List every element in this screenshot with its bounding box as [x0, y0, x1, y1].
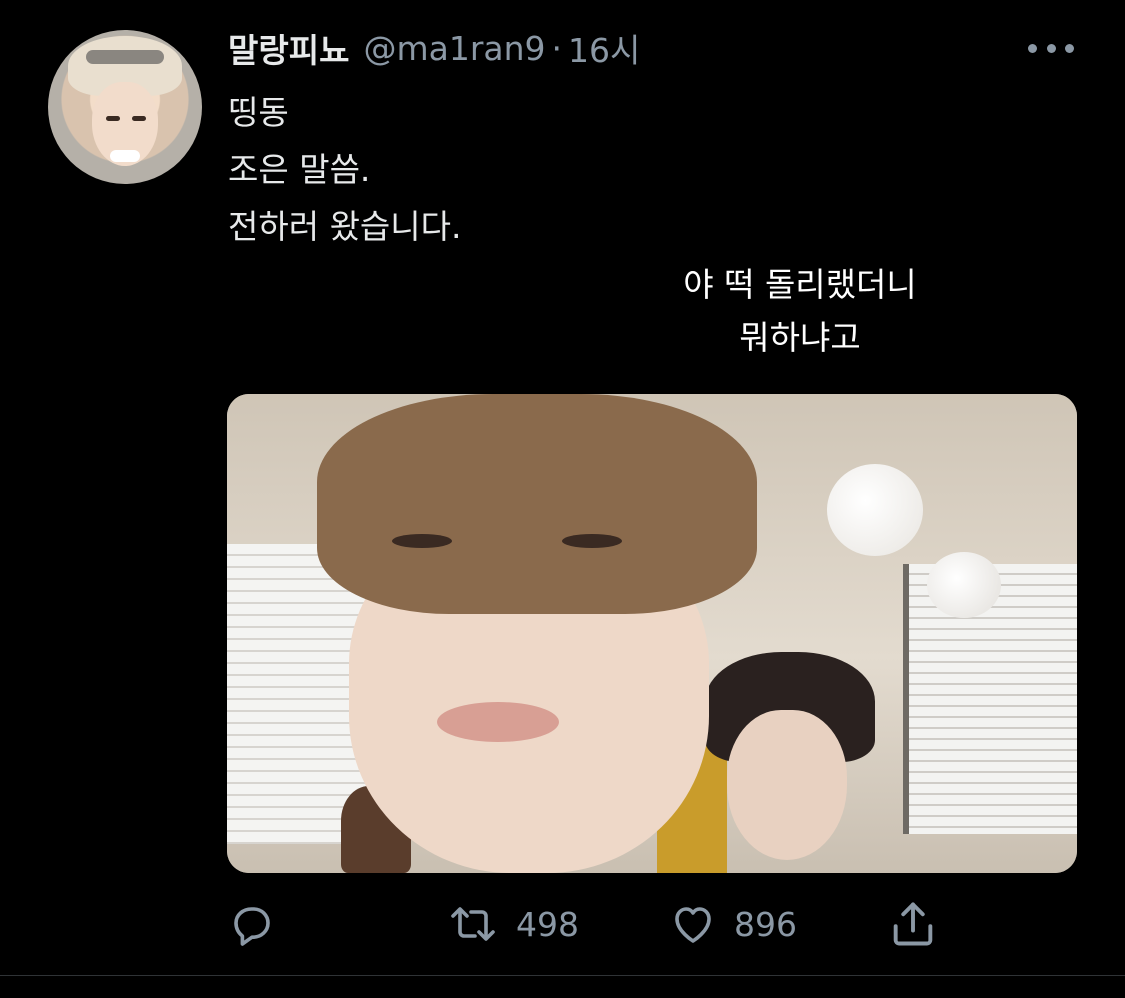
media-person-main-eye: [392, 534, 452, 548]
user-handle[interactable]: @ma1ran9: [363, 29, 545, 68]
media-person-back-face: [727, 710, 847, 860]
like-count: 896: [734, 904, 797, 944]
more-dot: [1028, 43, 1037, 53]
more-horizontal-icon[interactable]: [1028, 38, 1074, 58]
avatar-milk-mustache: [110, 150, 140, 162]
avatar-eye-right: [132, 116, 146, 121]
retweet-button[interactable]: 498: [446, 894, 579, 954]
media-lamp: [827, 464, 923, 556]
display-name[interactable]: 말랑피뇨: [228, 24, 349, 72]
heart-icon: [668, 900, 718, 948]
media-person-main-lips: [437, 702, 559, 742]
retweet-count: 498: [516, 904, 579, 944]
share-icon: [886, 898, 940, 950]
avatar-eye-left: [106, 116, 120, 121]
like-button[interactable]: 896: [668, 894, 797, 954]
media-caption: 야 떡 돌리랬더니 뭐하냐고: [683, 265, 917, 357]
more-dot: [1046, 43, 1056, 53]
media-person-main-eye: [562, 534, 622, 548]
media-lamp: [927, 552, 1001, 618]
avatar[interactable]: [48, 30, 202, 184]
tweet-header: 말랑피뇨 @ma1ran9 · 16시: [228, 24, 640, 72]
media-person-main-hair: [317, 394, 757, 614]
more-dot: [1065, 43, 1074, 53]
share-button[interactable]: [886, 894, 940, 954]
tweet-media-image[interactable]: [227, 394, 1077, 873]
reply-icon: [228, 900, 276, 948]
reply-button[interactable]: [228, 894, 292, 954]
avatar-headband: [86, 50, 164, 64]
header-separator: ·: [551, 28, 563, 68]
retweet-icon: [446, 900, 500, 948]
tweet-timestamp[interactable]: 16시: [568, 24, 640, 72]
tweet-text: 띵동 조은 말씀. 전하러 왔습니다.: [228, 93, 462, 246]
tweet-actions: 498 896: [228, 894, 1078, 954]
tweet-divider: [0, 975, 1125, 976]
